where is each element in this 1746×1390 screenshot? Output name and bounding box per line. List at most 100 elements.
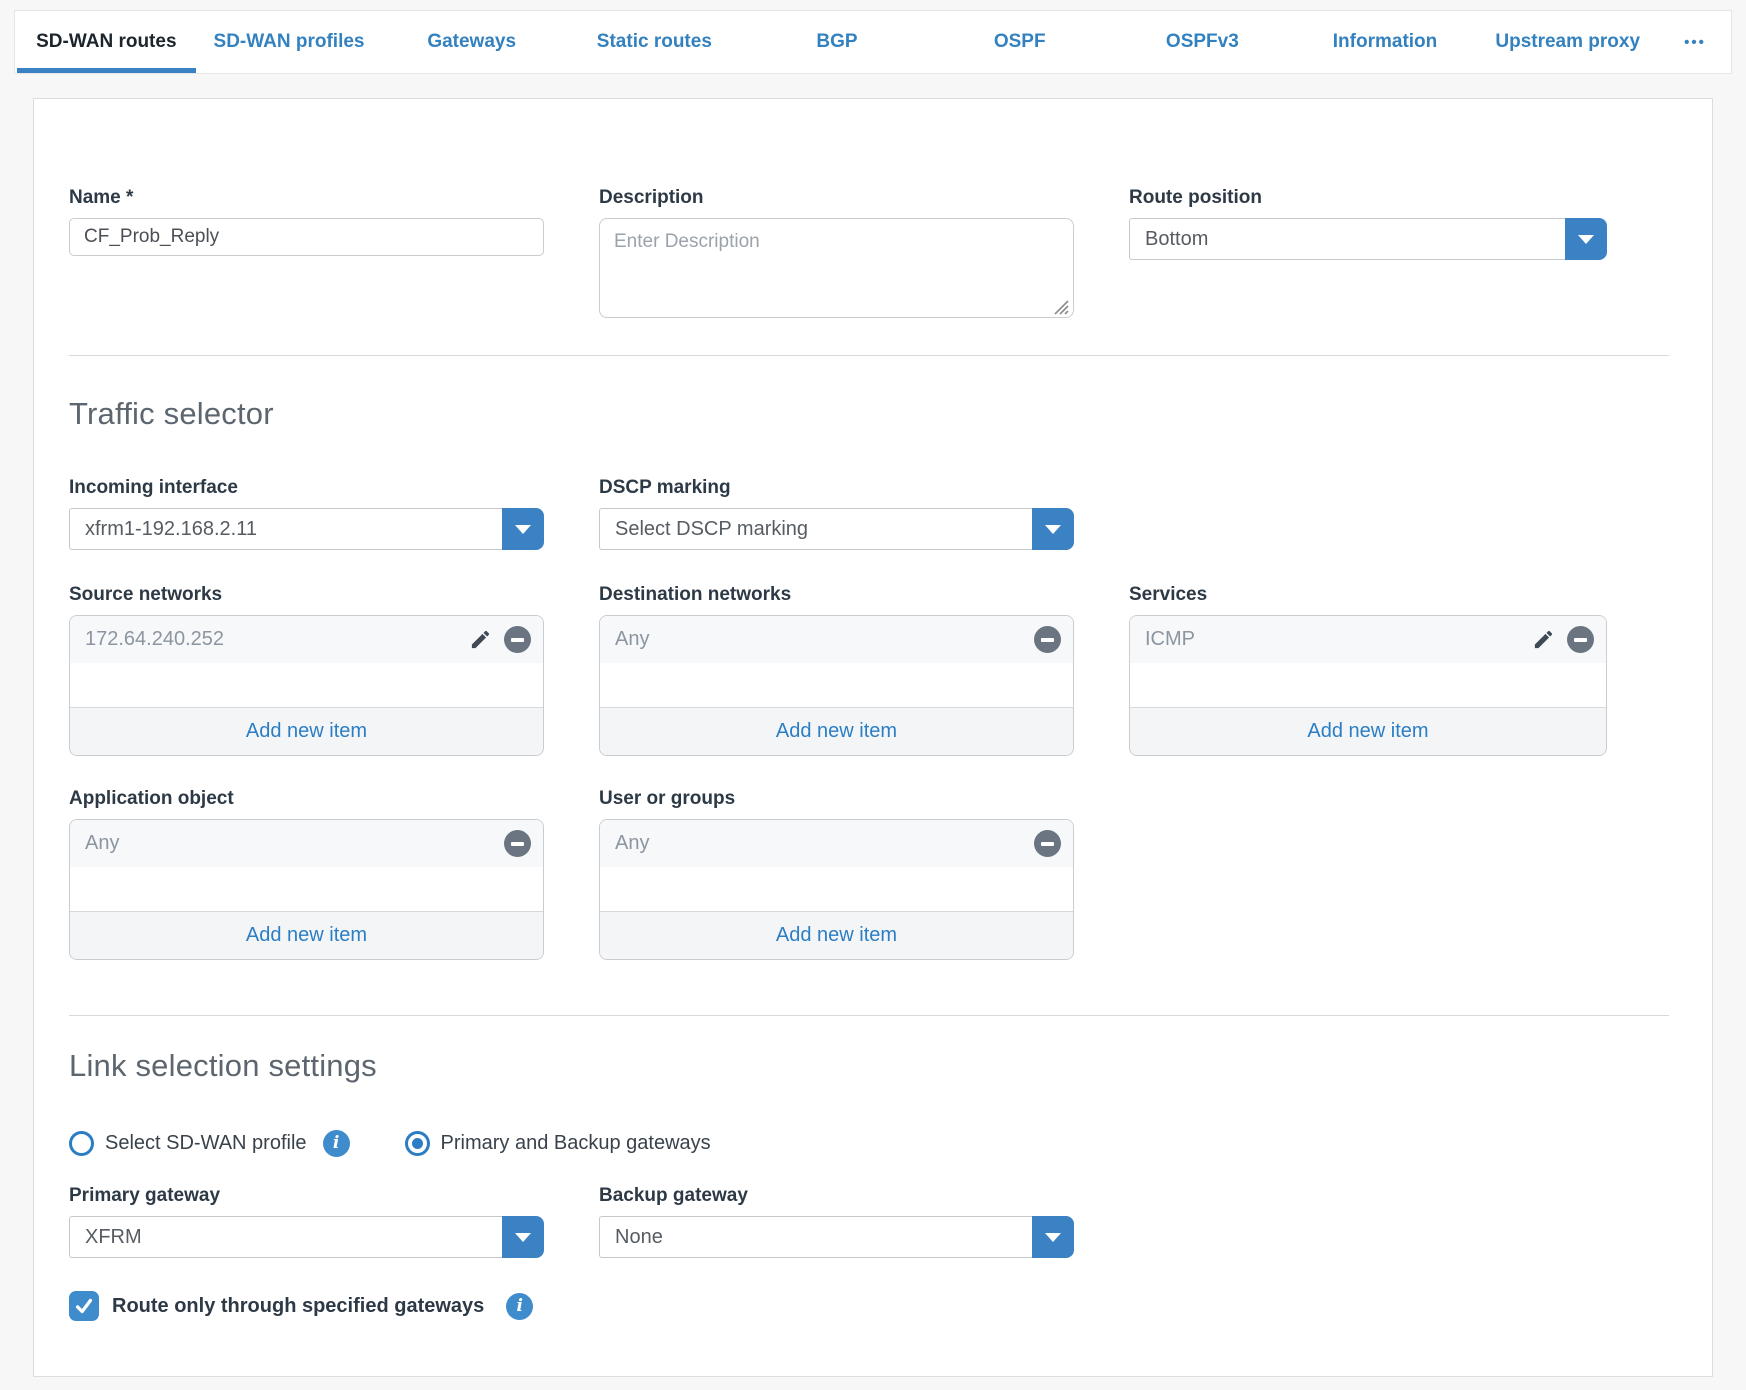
primary-gateway-select[interactable]: XFRM [69, 1216, 544, 1258]
list-item: 172.64.240.252 [70, 616, 543, 663]
sdwan-route-form-card: Name * Description Route position Bottom [33, 98, 1713, 1377]
gateway-selects-row: Primary gateway XFRM Backup gateway None [69, 1185, 1667, 1258]
list-item: Any [70, 820, 543, 867]
backup-gateway-label: Backup gateway [599, 1185, 1074, 1207]
destination-networks-field-group: Destination networks Any Add new item [599, 584, 1074, 756]
incoming-interface-value: xfrm1-192.168.2.11 [69, 508, 502, 550]
remove-minus-icon[interactable] [504, 830, 531, 857]
route-only-checkbox[interactable] [69, 1291, 99, 1321]
link-selection-heading: Link selection settings [69, 1048, 1667, 1084]
destination-networks-label: Destination networks [599, 584, 1074, 606]
info-icon[interactable] [323, 1130, 350, 1157]
tab-sdwan-profiles[interactable]: SD-WAN profiles [198, 11, 381, 73]
chevron-down-icon [1045, 525, 1061, 534]
tab-ospf[interactable]: OSPF [928, 11, 1111, 73]
service-value: ICMP [1145, 628, 1195, 651]
chevron-down-icon [515, 525, 531, 534]
dscp-marking-value: Select DSCP marking [599, 508, 1032, 550]
tab-information[interactable]: Information [1294, 11, 1477, 73]
dscp-marking-dropdown-button[interactable] [1032, 508, 1074, 550]
primary-backup-gateways-radio[interactable] [405, 1131, 430, 1156]
traffic-selector-heading: Traffic selector [69, 396, 1667, 432]
backup-gateway-field-group: Backup gateway None [599, 1185, 1074, 1258]
incoming-interface-select[interactable]: xfrm1-192.168.2.11 [69, 508, 544, 550]
general-settings-row: Name * Description Route position Bottom [69, 187, 1667, 323]
tab-sdwan-routes[interactable]: SD-WAN routes [15, 11, 198, 73]
tab-gateways[interactable]: Gateways [380, 11, 563, 73]
list-item: Any [600, 820, 1073, 867]
user-or-groups-add-button[interactable]: Add new item [600, 911, 1073, 959]
checkmark-icon [73, 1295, 95, 1317]
services-listbox: ICMP Add new item [1129, 615, 1607, 756]
source-networks-field-group: Source networks 172.64.240.252 Add new i… [69, 584, 544, 756]
name-label: Name * [69, 187, 544, 209]
incoming-interface-dropdown-button[interactable] [502, 508, 544, 550]
section-divider [69, 355, 1669, 356]
remove-minus-icon[interactable] [1567, 626, 1594, 653]
application-object-field-group: Application object Any Add new item [69, 788, 544, 960]
list-empty-area [70, 663, 543, 707]
list-empty-area [70, 867, 543, 911]
tab-static-routes[interactable]: Static routes [563, 11, 746, 73]
chevron-down-icon [1578, 235, 1594, 244]
route-position-label: Route position [1129, 187, 1607, 209]
list-item: Any [600, 616, 1073, 663]
remove-minus-icon[interactable] [1034, 626, 1061, 653]
dscp-marking-select[interactable]: Select DSCP marking [599, 508, 1074, 550]
list-item: ICMP [1130, 616, 1606, 663]
name-field-group: Name * [69, 187, 544, 256]
user-or-groups-label: User or groups [599, 788, 1074, 810]
primary-gateway-value: XFRM [69, 1216, 502, 1258]
tab-ospfv3[interactable]: OSPFv3 [1111, 11, 1294, 73]
user-or-groups-value: Any [615, 832, 649, 855]
dscp-marking-label: DSCP marking [599, 477, 1074, 499]
description-field-group: Description [599, 187, 1074, 323]
incoming-interface-label: Incoming interface [69, 477, 544, 499]
link-selection-radio-row: Select SD-WAN profile Primary and Backup… [69, 1130, 1667, 1157]
backup-gateway-dropdown-button[interactable] [1032, 1216, 1074, 1258]
dscp-marking-field-group: DSCP marking Select DSCP marking [599, 477, 1074, 550]
edit-pencil-icon[interactable] [1532, 628, 1555, 651]
route-position-field-group: Route position Bottom [1129, 187, 1607, 260]
resize-handle-icon[interactable] [1052, 298, 1069, 315]
chevron-down-icon [1045, 1233, 1061, 1242]
destination-networks-listbox: Any Add new item [599, 615, 1074, 756]
edit-pencil-icon[interactable] [469, 628, 492, 651]
description-textarea[interactable] [599, 218, 1074, 318]
name-input[interactable] [69, 218, 544, 256]
interface-dscp-row: Incoming interface xfrm1-192.168.2.11 DS… [69, 477, 1667, 550]
tab-upstream-proxy[interactable]: Upstream proxy [1476, 11, 1659, 73]
sdwan-profile-radio[interactable] [69, 1131, 94, 1156]
application-object-add-button[interactable]: Add new item [70, 911, 543, 959]
tab-bar: SD-WAN routes SD-WAN profiles Gateways S… [14, 10, 1732, 74]
services-field-group: Services ICMP Add new item [1129, 584, 1607, 756]
application-users-row: Application object Any Add new item User… [69, 788, 1667, 960]
route-only-label: Route only through specified gateways [112, 1295, 484, 1318]
user-or-groups-listbox: Any Add new item [599, 819, 1074, 960]
list-empty-area [1130, 663, 1606, 707]
source-networks-listbox: 172.64.240.252 Add new item [69, 615, 544, 756]
info-icon[interactable] [506, 1293, 533, 1320]
networks-services-row: Source networks 172.64.240.252 Add new i… [69, 584, 1667, 756]
route-position-value: Bottom [1129, 218, 1565, 260]
remove-minus-icon[interactable] [1034, 830, 1061, 857]
primary-gateway-dropdown-button[interactable] [502, 1216, 544, 1258]
primary-backup-gateways-radio-label: Primary and Backup gateways [441, 1132, 711, 1155]
remove-minus-icon[interactable] [504, 626, 531, 653]
user-or-groups-field-group: User or groups Any Add new item [599, 788, 1074, 960]
sdwan-profile-radio-label: Select SD-WAN profile [105, 1132, 307, 1155]
route-only-row: Route only through specified gateways [69, 1291, 1667, 1321]
tab-bgp[interactable]: BGP [746, 11, 929, 73]
destination-networks-add-button[interactable]: Add new item [600, 707, 1073, 755]
list-empty-area [600, 867, 1073, 911]
source-networks-label: Source networks [69, 584, 544, 606]
services-add-button[interactable]: Add new item [1130, 707, 1606, 755]
route-position-select[interactable]: Bottom [1129, 218, 1607, 260]
primary-gateway-label: Primary gateway [69, 1185, 544, 1207]
incoming-interface-field-group: Incoming interface xfrm1-192.168.2.11 [69, 477, 544, 550]
application-object-value: Any [85, 832, 119, 855]
source-networks-add-button[interactable]: Add new item [70, 707, 543, 755]
backup-gateway-select[interactable]: None [599, 1216, 1074, 1258]
tab-more-ellipsis[interactable]: ••• [1659, 11, 1731, 73]
route-position-dropdown-button[interactable] [1565, 218, 1607, 260]
